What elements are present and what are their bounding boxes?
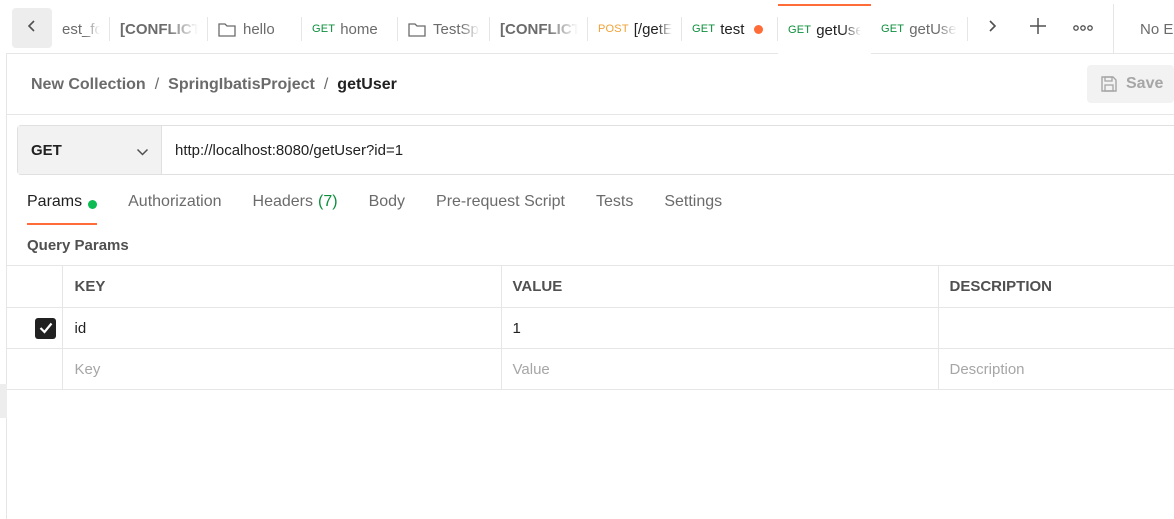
tab-label: [CONFLICT (500, 20, 578, 38)
row-select-cell (7, 307, 63, 349)
new-key-input[interactable]: Key (62, 348, 502, 390)
column-header-key: KEY (62, 265, 502, 308)
tab-conflict-2[interactable]: [CONFLICT (490, 4, 588, 54)
tab-params[interactable]: Params (27, 193, 98, 225)
table-row-new: Key Value Description (7, 348, 1174, 390)
tab-request-post[interactable]: POST [/getE (588, 4, 682, 54)
breadcrumb-separator: / (323, 76, 329, 93)
breadcrumb-folder[interactable]: SpringIbatisProject (168, 76, 315, 94)
tab-label: getUse (909, 20, 957, 38)
environment-label: No Environment (1140, 20, 1174, 38)
sidebar-resize-handle[interactable] (0, 384, 7, 418)
tab-folder-hello[interactable]: hello (208, 4, 302, 54)
chevron-down-icon (136, 144, 149, 161)
new-tab-button[interactable] (1018, 8, 1058, 48)
tab-request-1[interactable]: est_for (52, 4, 110, 54)
tab-method: GET (312, 23, 336, 35)
new-value-input[interactable]: Value (501, 348, 939, 390)
tab-method: POST (598, 23, 629, 35)
table-header-select (7, 265, 63, 308)
chevron-right-icon (986, 19, 998, 38)
query-params-title: Query Params (27, 237, 129, 254)
tab-label: hello (243, 20, 275, 38)
tab-method: GET (692, 23, 716, 35)
request-bar: GET (17, 125, 1174, 175)
scroll-tabs-left-button[interactable] (12, 8, 52, 48)
params-active-dot-icon (88, 200, 98, 209)
tab-label: est_for (62, 20, 100, 38)
tab-headers[interactable]: Headers (7) (253, 193, 338, 225)
save-icon (1100, 75, 1126, 93)
tab-request-test[interactable]: GET test (682, 4, 778, 54)
tab-request-getuser-2[interactable]: GET getUse (871, 4, 968, 54)
tab-label: [CONFLICT (120, 20, 198, 38)
tab-authorization[interactable]: Authorization (128, 193, 221, 225)
request-tabs: Params Authorization Headers (7) Body Pr… (27, 193, 753, 225)
tab-conflict-1[interactable]: [CONFLICT (110, 4, 208, 54)
breadcrumb-current-request[interactable]: getUser (337, 76, 397, 94)
breadcrumb: New Collection / SpringIbatisProject / g… (31, 74, 397, 96)
tab-label: test (720, 20, 745, 38)
unsaved-dot-icon (754, 24, 764, 34)
tab-prerequest-label: Pre-request Script (436, 193, 565, 210)
tab-label: home (340, 20, 378, 38)
folder-icon (218, 22, 236, 37)
tab-bar: est_for [CONFLICT hello GET home TestSp … (0, 0, 1174, 54)
breadcrumb-separator: / (154, 76, 160, 93)
tab-request-home[interactable]: GET home (302, 4, 398, 54)
tab-settings[interactable]: Settings (664, 193, 722, 225)
url-input[interactable] (162, 126, 1174, 174)
tab-folder-testsp[interactable]: TestSp (398, 4, 490, 54)
param-value-cell[interactable]: 1 (501, 307, 939, 349)
tab-label: [/getE (633, 20, 672, 38)
tab-method: GET (881, 23, 905, 35)
tab-tests-label: Tests (595, 193, 634, 210)
breadcrumb-collection[interactable]: New Collection (31, 76, 146, 94)
scroll-tabs-right-button[interactable] (972, 8, 1012, 48)
tab-headers-label: Headers (252, 193, 313, 210)
save-label: Save (1126, 75, 1164, 92)
checkbox-checked-icon[interactable] (35, 317, 56, 339)
chevron-left-icon (26, 19, 38, 38)
tab-options-button[interactable] (1063, 8, 1103, 48)
table-row: id 1 (7, 307, 1174, 349)
environment-selector[interactable]: No Environment (1113, 4, 1174, 54)
tab-authorization-label: Authorization (128, 193, 222, 210)
header-divider (7, 114, 1174, 115)
tab-divider (967, 17, 968, 41)
sidebar-edge (0, 53, 7, 519)
param-description-cell[interactable] (938, 307, 1174, 349)
method-value: GET (31, 141, 62, 159)
param-key-cell[interactable]: id (62, 307, 502, 349)
tab-label: getUser (816, 21, 861, 39)
new-description-input[interactable]: Description (938, 348, 1174, 390)
headers-count-badge: (7) (318, 193, 338, 210)
query-params-table: KEY VALUE DESCRIPTION id 1 Key Value Des… (7, 265, 1174, 390)
folder-icon (408, 22, 426, 37)
tab-body-label: Body (368, 193, 406, 210)
tab-tests[interactable]: Tests (596, 193, 633, 225)
tab-prerequest-script[interactable]: Pre-request Script (436, 193, 565, 225)
tab-settings-label: Settings (664, 193, 723, 210)
column-header-value: VALUE (501, 265, 939, 308)
tab-label: TestSp (433, 20, 479, 38)
row-select-cell (7, 348, 63, 390)
tab-params-label: Params (27, 193, 83, 210)
tab-request-getuser-active[interactable]: GET getUser (778, 4, 871, 54)
method-select[interactable]: GET (18, 126, 162, 174)
more-icon (1073, 19, 1093, 37)
save-button[interactable]: Save (1087, 65, 1174, 103)
column-header-description: DESCRIPTION (938, 265, 1174, 308)
plus-icon (1029, 17, 1047, 40)
tab-body[interactable]: Body (369, 193, 405, 225)
tab-method: GET (788, 24, 812, 36)
table-header-row: KEY VALUE DESCRIPTION (7, 265, 1174, 308)
